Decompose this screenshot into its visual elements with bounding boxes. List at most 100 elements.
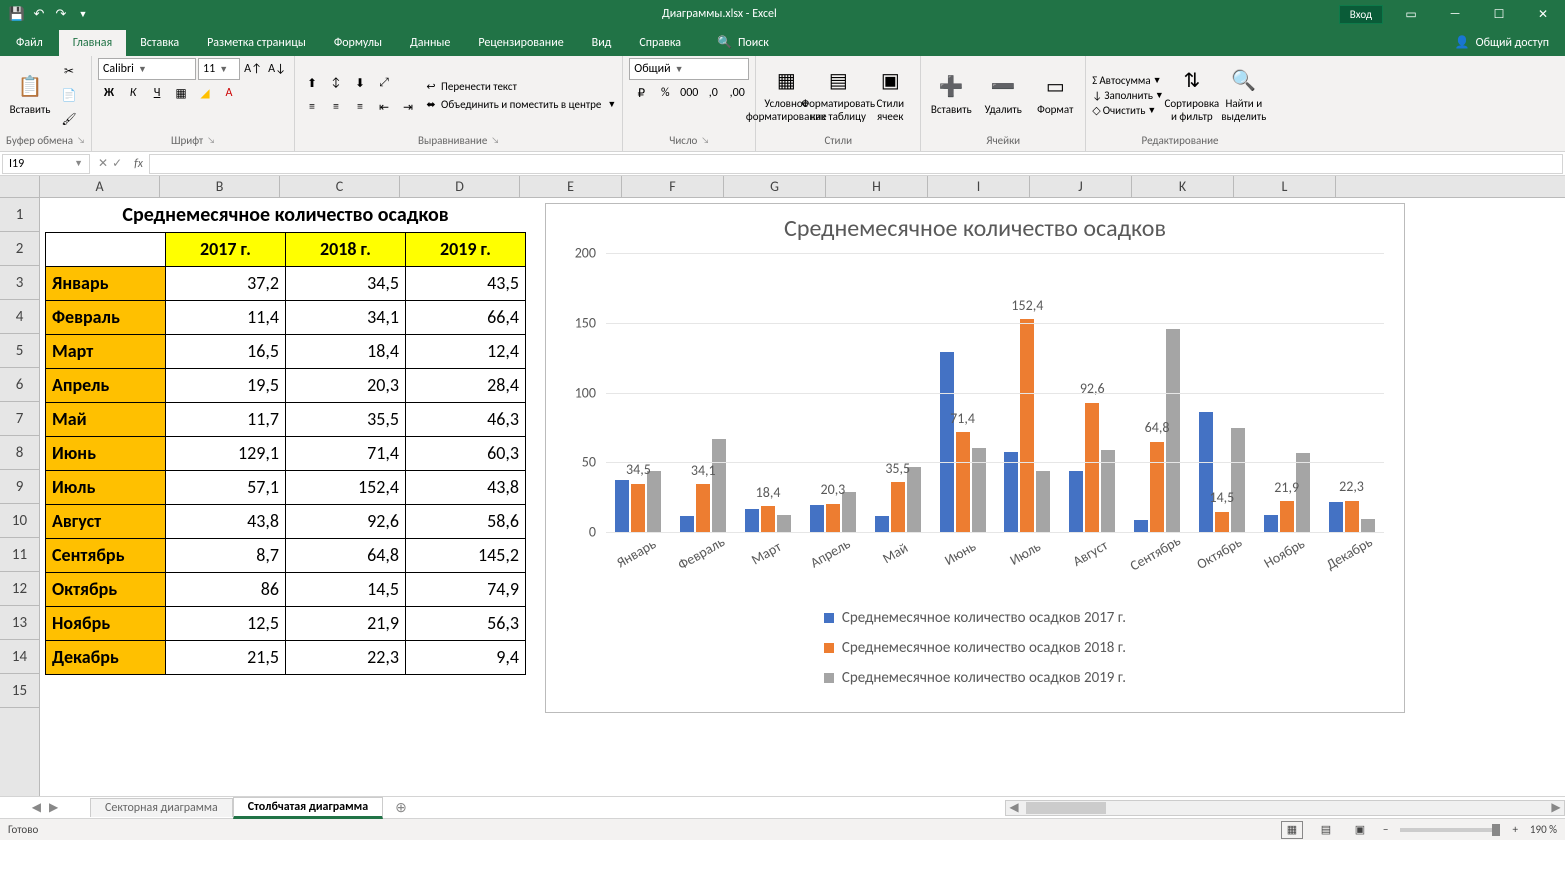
- format-as-table-button[interactable]: ▤Форматировать как таблицу: [814, 63, 862, 127]
- data-cell[interactable]: 71,4: [286, 436, 406, 470]
- column-header-I[interactable]: I: [928, 176, 1030, 197]
- align-middle-icon[interactable]: ↕: [325, 72, 347, 94]
- fill-button[interactable]: ↓Заполнить▼: [1092, 89, 1164, 102]
- bar[interactable]: [696, 484, 710, 532]
- wrap-text-button[interactable]: ↩Перенести текст: [423, 78, 616, 94]
- column-header-G[interactable]: G: [724, 176, 826, 197]
- row-header-14[interactable]: 14: [0, 640, 39, 674]
- month-cell[interactable]: Май: [46, 402, 166, 436]
- fx-icon[interactable]: fx: [128, 157, 149, 171]
- bar[interactable]: [680, 516, 694, 532]
- sheet-tab-bar-chart[interactable]: Столбчатая диаграмма: [233, 797, 383, 819]
- tab-file[interactable]: Файл: [0, 30, 59, 56]
- underline-icon[interactable]: Ч: [146, 82, 168, 104]
- data-cell[interactable]: 35,5: [286, 402, 406, 436]
- scroll-thumb[interactable]: [1026, 802, 1106, 814]
- bar[interactable]: [1264, 515, 1278, 532]
- minimize-icon[interactable]: —: [1433, 0, 1477, 28]
- data-cell[interactable]: 34,1: [286, 300, 406, 334]
- data-cell[interactable]: 12,4: [406, 334, 526, 368]
- data-cell[interactable]: 20,3: [286, 368, 406, 402]
- delete-cells-button[interactable]: ➖Удалить: [979, 69, 1027, 120]
- scroll-right-icon[interactable]: ▶: [1548, 800, 1564, 815]
- data-cell[interactable]: 22,3: [286, 640, 406, 674]
- data-cell[interactable]: 11,4: [166, 300, 286, 334]
- format-painter-icon[interactable]: 🖌: [58, 108, 80, 130]
- bar[interactable]: [1036, 471, 1050, 532]
- data-cell[interactable]: 43,5: [406, 266, 526, 300]
- row-header-10[interactable]: 10: [0, 504, 39, 538]
- data-cell[interactable]: 43,8: [406, 470, 526, 504]
- data-cell[interactable]: 19,5: [166, 368, 286, 402]
- row-header-6[interactable]: 6: [0, 368, 39, 402]
- data-cell[interactable]: 66,4: [406, 300, 526, 334]
- bar[interactable]: [1199, 412, 1213, 532]
- row-header-11[interactable]: 11: [0, 538, 39, 572]
- select-all-corner[interactable]: [0, 176, 40, 197]
- zoom-level[interactable]: 190 %: [1530, 823, 1557, 836]
- tab-insert[interactable]: Вставка: [126, 30, 193, 56]
- bar[interactable]: [810, 505, 824, 532]
- tab-data[interactable]: Данные: [396, 30, 464, 56]
- sheet-nav-prev-icon[interactable]: ◀: [32, 800, 41, 815]
- row-header-7[interactable]: 7: [0, 402, 39, 436]
- month-cell[interactable]: Октябрь: [46, 572, 166, 606]
- data-cell[interactable]: 21,5: [166, 640, 286, 674]
- cancel-icon[interactable]: ✕: [98, 156, 108, 171]
- month-cell[interactable]: Февраль: [46, 300, 166, 334]
- row-header-5[interactable]: 5: [0, 334, 39, 368]
- bar[interactable]: [1004, 452, 1018, 532]
- indent-increase-icon[interactable]: ⇥: [397, 96, 419, 118]
- share-button[interactable]: 👤 Общий доступ: [1441, 29, 1565, 56]
- data-cell[interactable]: 11,7: [166, 402, 286, 436]
- align-right-icon[interactable]: ≡: [349, 96, 371, 118]
- chart-container[interactable]: Среднемесячное количество осадков 050100…: [545, 203, 1405, 713]
- data-cell[interactable]: 8,7: [166, 538, 286, 572]
- align-bottom-icon[interactable]: ⬇: [349, 72, 371, 94]
- bar[interactable]: [875, 516, 889, 532]
- dialog-launcher-icon[interactable]: ↘: [77, 135, 85, 146]
- data-cell[interactable]: 9,4: [406, 640, 526, 674]
- align-left-icon[interactable]: ≡: [301, 96, 323, 118]
- data-cell[interactable]: 92,6: [286, 504, 406, 538]
- align-top-icon[interactable]: ⬆: [301, 72, 323, 94]
- zoom-in-icon[interactable]: +: [1512, 823, 1517, 836]
- row-header-4[interactable]: 4: [0, 300, 39, 334]
- month-cell[interactable]: Сентябрь: [46, 538, 166, 572]
- redo-icon[interactable]: ↷: [52, 5, 70, 23]
- tab-home[interactable]: Главная: [59, 30, 126, 56]
- table-header[interactable]: 2017 г.: [166, 232, 286, 266]
- add-sheet-button[interactable]: ⊕: [383, 799, 419, 816]
- italic-icon[interactable]: К: [122, 82, 144, 104]
- currency-icon[interactable]: ₽: [630, 82, 652, 104]
- format-cells-button[interactable]: ▭Формат: [1031, 69, 1079, 120]
- horizontal-scrollbar[interactable]: ◀ ▶: [1005, 800, 1565, 816]
- month-cell[interactable]: Апрель: [46, 368, 166, 402]
- bar[interactable]: [891, 482, 905, 532]
- table-header[interactable]: 2018 г.: [286, 232, 406, 266]
- font-size-combo[interactable]: 11▼: [198, 58, 240, 80]
- tab-help[interactable]: Справка: [625, 30, 695, 56]
- month-cell[interactable]: Ноябрь: [46, 606, 166, 640]
- bar[interactable]: [745, 509, 759, 532]
- data-cell[interactable]: 86: [166, 572, 286, 606]
- column-header-J[interactable]: J: [1030, 176, 1132, 197]
- bar[interactable]: [712, 439, 726, 532]
- column-header-L[interactable]: L: [1234, 176, 1336, 197]
- column-header-F[interactable]: F: [622, 176, 724, 197]
- tab-view[interactable]: Вид: [578, 30, 626, 56]
- table-header[interactable]: 2019 г.: [406, 232, 526, 266]
- page-layout-icon[interactable]: ▤: [1315, 821, 1337, 839]
- bar[interactable]: [1345, 501, 1359, 532]
- bar[interactable]: [1280, 501, 1294, 532]
- data-cell[interactable]: 12,5: [166, 606, 286, 640]
- bar[interactable]: [647, 471, 661, 532]
- data-cell[interactable]: 18,4: [286, 334, 406, 368]
- bar[interactable]: [761, 506, 775, 532]
- sheet-tab-sector[interactable]: Секторная диаграмма: [90, 798, 233, 817]
- month-cell[interactable]: Июнь: [46, 436, 166, 470]
- bar[interactable]: [1069, 471, 1083, 532]
- bar[interactable]: [1134, 520, 1148, 532]
- table-title[interactable]: Среднемесячное количество осадков: [46, 198, 526, 232]
- data-cell[interactable]: 145,2: [406, 538, 526, 572]
